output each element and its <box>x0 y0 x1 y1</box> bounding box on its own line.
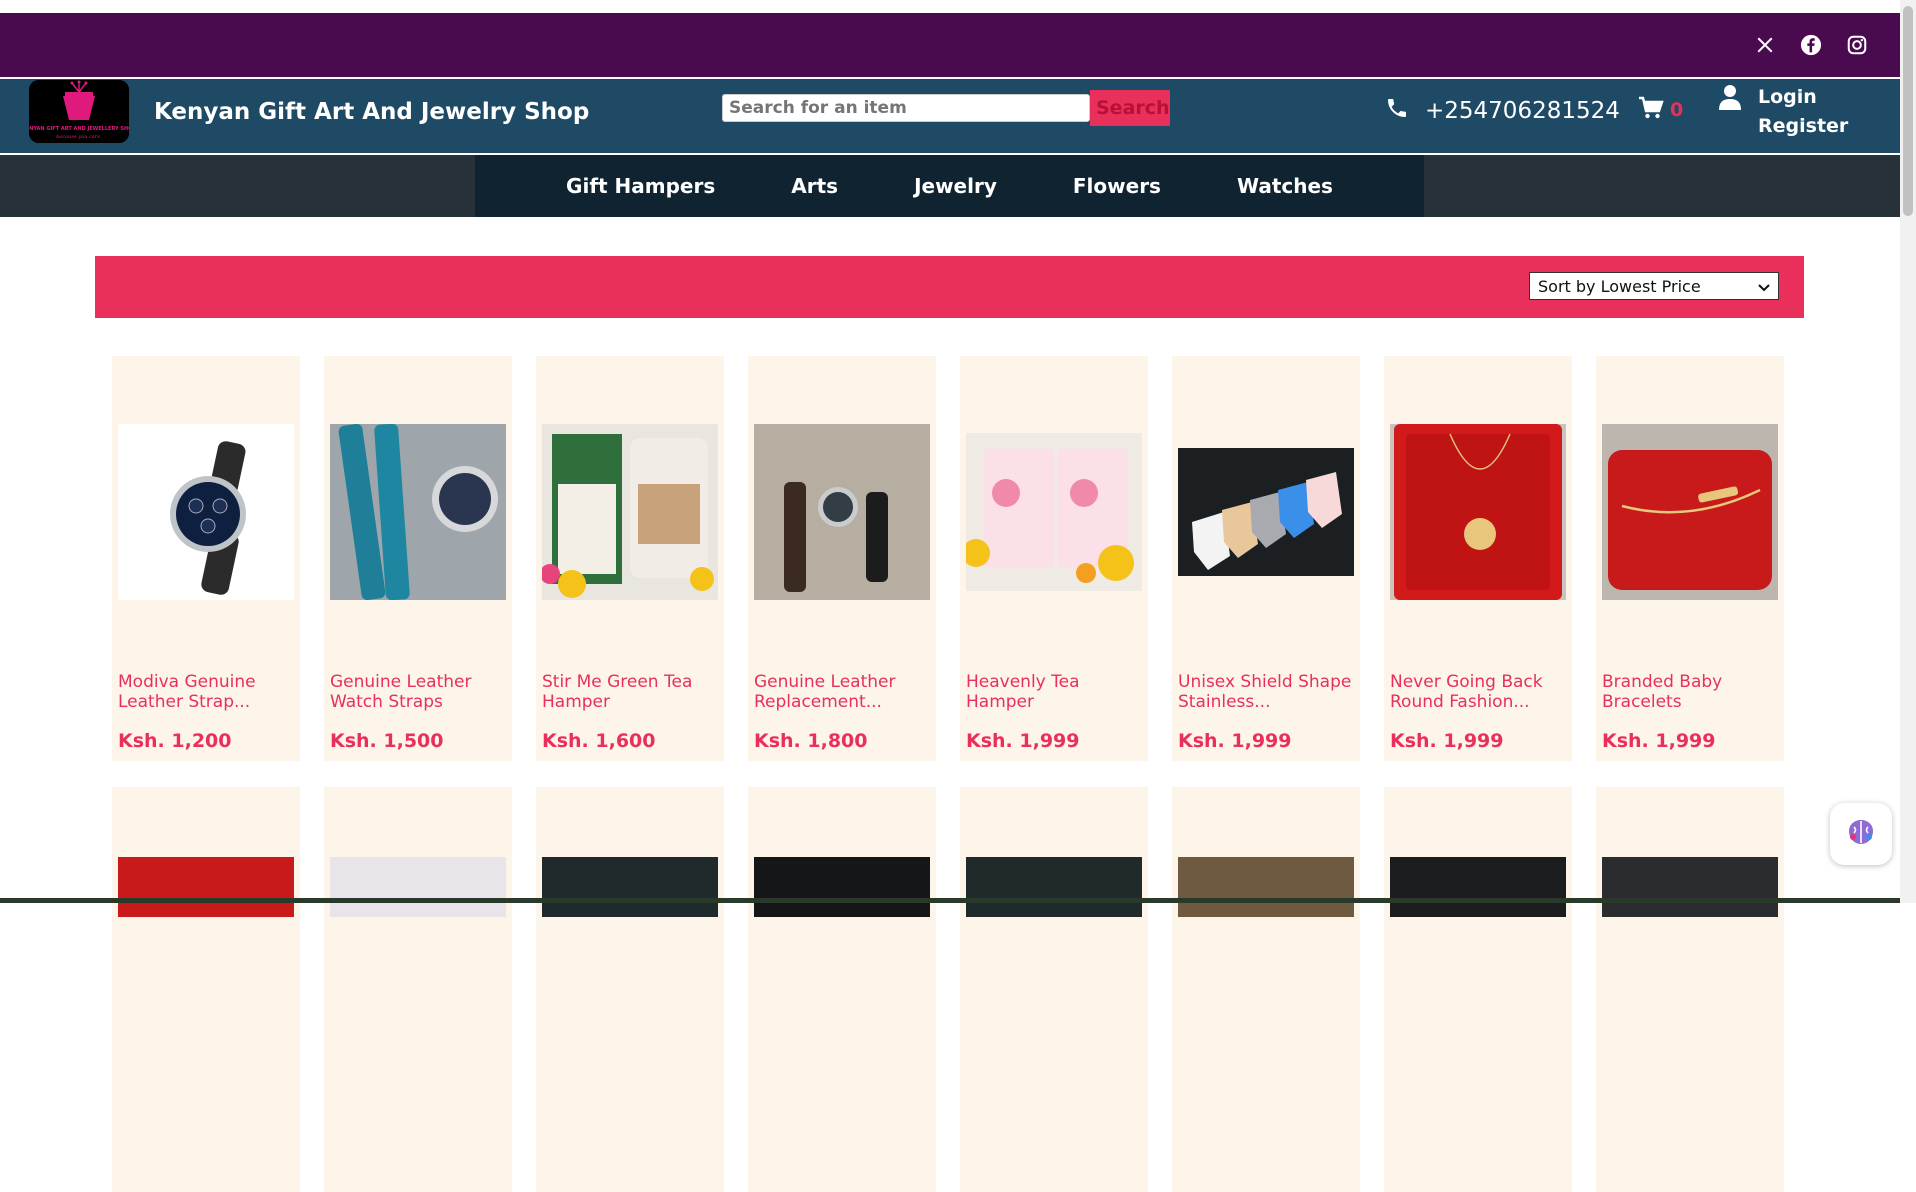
instagram-icon[interactable] <box>1846 34 1868 56</box>
product-image-necklace[interactable] <box>1390 424 1566 600</box>
product-image[interactable] <box>1602 857 1778 917</box>
search-button[interactable]: Search <box>1090 90 1170 126</box>
product-image[interactable] <box>118 857 294 917</box>
product-price: Ksh. 1,600 <box>542 730 656 752</box>
brain-icon <box>1845 817 1877 851</box>
product-price: Ksh. 1,999 <box>1390 730 1504 752</box>
search-form: Search <box>722 90 1170 126</box>
product-card[interactable] <box>960 787 1148 1192</box>
user-icon <box>1718 83 1742 141</box>
product-card[interactable]: Branded Baby Bracelets Ksh. 1,999 <box>1596 356 1784 761</box>
product-image-replacement-strap[interactable] <box>754 424 930 600</box>
product-price: Ksh. 1,999 <box>1602 730 1716 752</box>
cart-count: 0 <box>1670 99 1684 121</box>
product-image-baby-bracelets[interactable] <box>1602 424 1778 600</box>
product-image-green-tea-hamper[interactable] <box>542 424 718 600</box>
product-price: Ksh. 1,500 <box>330 730 444 752</box>
product-card[interactable] <box>112 787 300 1192</box>
product-image[interactable] <box>1178 857 1354 917</box>
scrollbar-thumb[interactable] <box>1903 6 1913 216</box>
product-name[interactable]: Never Going Back Round Fashion... <box>1390 672 1566 712</box>
product-card[interactable] <box>1384 787 1572 1192</box>
bottom-edge <box>0 898 1900 903</box>
cart-link[interactable]: 0 <box>1638 96 1683 124</box>
nav-menu: Gift Hampers Arts Jewelry Flowers Watche… <box>475 155 1424 217</box>
site-title[interactable]: Kenyan Gift Art And Jewelry Shop <box>154 99 589 125</box>
sort-select[interactable]: Sort by Lowest Price <box>1529 272 1779 300</box>
product-card[interactable] <box>748 787 936 1192</box>
product-image[interactable] <box>1390 857 1566 917</box>
product-card[interactable]: Stir Me Green Tea Hamper Ksh. 1,600 <box>536 356 724 761</box>
login-link[interactable]: Login <box>1758 83 1848 112</box>
product-card[interactable]: Modiva Genuine Leather Strap... Ksh. 1,2… <box>112 356 300 761</box>
cart-icon <box>1638 96 1664 124</box>
product-name[interactable]: Heavenly Tea Hamper <box>966 672 1142 712</box>
product-card[interactable]: Heavenly Tea Hamper Ksh. 1,999 <box>960 356 1148 761</box>
product-image[interactable] <box>754 857 930 917</box>
main-nav: Gift Hampers Arts Jewelry Flowers Watche… <box>0 153 1916 217</box>
x-icon[interactable] <box>1754 34 1776 56</box>
product-price: Ksh. 1,200 <box>118 730 232 752</box>
logo-tagline: because you care. <box>56 134 102 140</box>
search-input[interactable] <box>722 94 1090 122</box>
product-grid: Modiva Genuine Leather Strap... Ksh. 1,2… <box>112 356 1784 1192</box>
product-name[interactable]: Genuine Leather Replacement... <box>754 672 930 712</box>
top-gap <box>0 0 1916 13</box>
nav-gift-hampers[interactable]: Gift Hampers <box>528 174 753 198</box>
product-image[interactable] <box>330 857 506 917</box>
product-card[interactable] <box>1596 787 1784 1192</box>
product-image-shield-pendants[interactable] <box>1178 424 1354 600</box>
product-card[interactable]: Genuine Leather Replacement... Ksh. 1,80… <box>748 356 936 761</box>
product-price: Ksh. 1,999 <box>1178 730 1292 752</box>
sort-selected-label: Sort by Lowest Price <box>1538 276 1701 296</box>
product-image-watch-straps[interactable] <box>330 424 506 600</box>
phone-contact[interactable]: +254706281524 <box>1385 96 1620 126</box>
phone-number: +254706281524 <box>1425 98 1620 124</box>
product-name[interactable]: Stir Me Green Tea Hamper <box>542 672 718 712</box>
chevron-down-icon <box>1758 277 1770 296</box>
sort-bar: Sort by Lowest Price <box>95 256 1804 318</box>
assistant-widget-button[interactable] <box>1830 803 1892 865</box>
social-links <box>1754 13 1868 77</box>
page-scrollbar[interactable] <box>1900 0 1916 903</box>
product-name[interactable]: Genuine Leather Watch Straps <box>330 672 506 712</box>
product-card[interactable]: Never Going Back Round Fashion... Ksh. 1… <box>1384 356 1572 761</box>
facebook-icon[interactable] <box>1800 34 1822 56</box>
nav-arts[interactable]: Arts <box>753 174 876 198</box>
register-link[interactable]: Register <box>1758 112 1848 141</box>
site-logo[interactable]: KENYAN GIFT ART AND JEWELLERY SHOP becau… <box>29 80 129 143</box>
account-menu: Login Register <box>1718 83 1848 141</box>
product-card[interactable] <box>536 787 724 1192</box>
product-card[interactable] <box>324 787 512 1192</box>
product-image[interactable] <box>542 857 718 917</box>
top-bar <box>0 13 1916 77</box>
site-header: KENYAN GIFT ART AND JEWELLERY SHOP becau… <box>0 77 1916 153</box>
product-price: Ksh. 1,800 <box>754 730 868 752</box>
product-card[interactable]: Genuine Leather Watch Straps Ksh. 1,500 <box>324 356 512 761</box>
nav-jewelry[interactable]: Jewelry <box>876 174 1035 198</box>
product-image-watch[interactable] <box>118 424 294 600</box>
logo-text: KENYAN GIFT ART AND JEWELLERY SHOP <box>29 126 129 132</box>
account-links: Login Register <box>1758 83 1848 141</box>
product-card[interactable]: Unisex Shield Shape Stainless... Ksh. 1,… <box>1172 356 1360 761</box>
product-name[interactable]: Unisex Shield Shape Stainless... <box>1178 672 1354 712</box>
product-name[interactable]: Branded Baby Bracelets <box>1602 672 1778 712</box>
product-price: Ksh. 1,999 <box>966 730 1080 752</box>
nav-flowers[interactable]: Flowers <box>1035 174 1199 198</box>
product-card[interactable] <box>1172 787 1360 1192</box>
product-image-heavenly-tea-hamper[interactable] <box>966 424 1142 600</box>
nav-watches[interactable]: Watches <box>1199 174 1371 198</box>
product-name[interactable]: Modiva Genuine Leather Strap... <box>118 672 294 712</box>
product-image[interactable] <box>966 857 1142 917</box>
phone-icon <box>1385 96 1409 126</box>
